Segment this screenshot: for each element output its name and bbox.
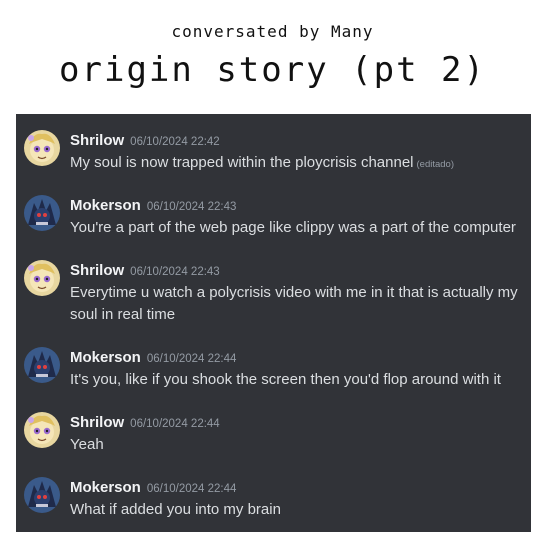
- shrilow-avatar[interactable]: [24, 260, 60, 296]
- message-text: Yeah: [70, 436, 104, 453]
- message-username[interactable]: Shrilow: [70, 414, 124, 431]
- mokerson-avatar[interactable]: [24, 347, 60, 383]
- message-username[interactable]: Mokerson: [70, 349, 141, 366]
- message-timestamp: 06/10/2024 22:44: [146, 353, 237, 365]
- message-text: What if added you into my brain: [70, 501, 281, 518]
- chat-log: Shrilow 06/10/2024 22:42 My soul is now t…: [16, 114, 531, 532]
- message-body: My soul is now trapped within the ploycr…: [70, 154, 414, 171]
- message-text: It's you, like if you shook the screen t…: [70, 371, 501, 388]
- message-username[interactable]: Mokerson: [70, 479, 141, 496]
- shrilow-avatar[interactable]: [24, 412, 60, 448]
- edited-label: (editado): [416, 159, 455, 170]
- mokerson-avatar[interactable]: [24, 477, 60, 513]
- message-username[interactable]: Shrilow: [70, 132, 124, 149]
- page-subtitle: conversated by Many: [171, 22, 374, 41]
- message-timestamp: 06/10/2024 22:44: [130, 418, 220, 430]
- message-text: My soul is now trapped within the ploycr…: [70, 152, 530, 176]
- mokerson-avatar[interactable]: [24, 195, 60, 231]
- message-text: You're a part of the web page like clipp…: [70, 219, 516, 236]
- message-timestamp: 06/10/2024 22:43: [146, 201, 237, 213]
- message-text: Everytime u watch a polycrisis video wit…: [70, 284, 518, 323]
- message-username[interactable]: Mokerson: [70, 197, 141, 214]
- message-timestamp: 06/10/2024 22:42: [130, 136, 220, 148]
- message-username[interactable]: Shrilow: [70, 262, 124, 279]
- message-timestamp: 06/10/2024 22:44: [146, 483, 237, 495]
- page-title: origin story (pt 2): [59, 50, 486, 90]
- message-timestamp: 06/10/2024 22:43: [130, 266, 220, 278]
- shrilow-avatar[interactable]: [24, 130, 60, 166]
